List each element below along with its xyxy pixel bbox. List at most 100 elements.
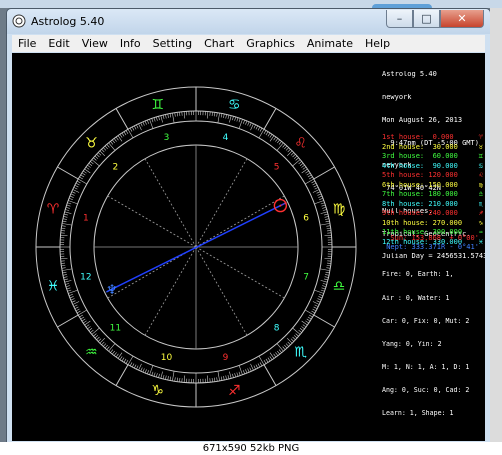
degree-tick [284,145,288,150]
degree-tick [317,193,322,196]
menu-animate[interactable]: Animate [301,37,359,50]
house-number: 3 [164,133,170,143]
degree-tick [227,375,230,380]
house-cusp-text: 4th house: 90.000 [382,161,458,170]
info-line: newyork [382,93,412,101]
zodiac-sign-icon: ♌ [294,135,307,151]
degree-tick [253,124,256,129]
sign-divider [57,314,79,328]
degree-tick [225,375,227,380]
house-number: 4 [223,133,229,143]
degree-tick [146,370,149,375]
degree-tick [169,376,172,381]
degree-tick [320,280,328,283]
degree-tick [257,126,261,131]
house-cusp-row: 3rd house: 60.000 ♊ [382,152,485,162]
degree-tick [302,324,307,328]
degree-tick [326,227,331,229]
degree-tick [88,163,93,166]
degree-tick [307,174,312,178]
zodiac-sign-icon: ♌ [478,171,483,179]
degree-tick [320,223,330,226]
house-cusp-row: 10th house: 270.000 ♑ [382,219,485,229]
degree-tick [146,119,149,124]
degree-tick [220,113,223,118]
degree-tick [81,318,86,322]
degree-tick [174,112,176,117]
degree-tick [238,118,241,123]
degree-tick [62,268,72,271]
menu-help[interactable]: Help [359,37,396,50]
degree-tick [142,368,145,373]
degree-tick [136,124,139,129]
degree-tick [121,357,125,362]
degree-tick [273,353,277,358]
degree-tick [313,306,318,310]
degree-tick [259,362,263,367]
degree-tick [312,182,317,186]
maximize-button[interactable]: □ [413,10,440,28]
menu-setting[interactable]: Setting [147,37,198,50]
viewer-top-strip [0,0,502,12]
degree-tick [312,308,317,312]
degree-tick [73,187,78,190]
degree-tick [60,234,68,237]
menu-file[interactable]: File [12,37,42,50]
degree-tick [183,111,186,119]
degree-tick [299,328,304,331]
degree-tick [316,191,321,194]
degree-tick [292,154,296,158]
degree-tick [321,287,326,290]
degree-tick [79,314,84,318]
degree-tick [106,144,110,148]
menu-info[interactable]: Info [114,37,147,50]
degree-tick [287,148,291,153]
degree-tick [74,184,79,188]
degree-tick [62,274,67,276]
degree-tick [96,336,100,340]
zodiac-sign-icon: ♐ [478,209,483,217]
degree-tick [112,139,115,144]
degree-tick [234,373,237,378]
menu-view[interactable]: View [76,37,114,50]
stats-line: Air : 0, Water: 1 [382,294,450,302]
chart-canvas[interactable]: ♈ ♉ ♊ ♋ ♌ ♍ ♎ ♏ ♐ ♑ ♒ ♓ 1 2 3 4 5 6 7 8 9 10 11 12 ♆ Astrolog 5.… [12,53,485,441]
house-cusp-row: 2nd house: 30.000 ♉ [382,143,485,153]
house-number: 12 [80,273,91,283]
degree-tick [243,370,246,375]
degree-tick [275,352,279,356]
degree-tick [74,306,79,310]
degree-tick [263,359,267,364]
degree-tick [138,123,142,131]
minimize-button[interactable]: – [386,10,413,28]
house-cusp-line [195,246,248,336]
degree-tick [247,368,250,373]
degree-tick [312,301,320,305]
degree-tick [138,363,142,371]
degree-tick [243,119,246,124]
degree-tick [265,358,269,363]
degree-tick [76,180,81,184]
degree-tick [255,364,259,369]
title-bar[interactable]: Astrolog 5.40 – □ ✕ [7,9,490,34]
degree-tick [282,346,286,350]
menu-graphics[interactable]: Graphics [240,37,301,50]
degree-tick [326,225,331,227]
degree-tick [65,283,70,285]
zodiac-sign-icon: ♉ [85,135,98,151]
degree-tick [96,154,100,158]
degree-tick [63,276,68,278]
degree-tick [91,327,100,335]
degree-tick [324,278,329,281]
degree-tick [298,329,302,333]
degree-tick [110,349,114,353]
house-number: 10 [161,353,173,363]
house-cusp-text: 3rd house: 60.000 [382,152,458,160]
house-cusp-text: 6th house: 150.000 [382,180,458,189]
zodiac-sign-icon: ♒ [85,345,98,361]
menu-chart[interactable]: Chart [198,37,240,50]
vertical-scrollbar[interactable] [490,8,502,442]
house-cusp-text: 2nd house: 30.000 [382,142,458,151]
menu-edit[interactable]: Edit [42,37,75,50]
close-button[interactable]: ✕ [440,10,484,28]
